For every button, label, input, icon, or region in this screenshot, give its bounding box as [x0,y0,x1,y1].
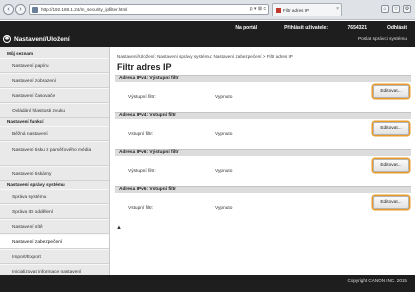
filter-label: Vstupní filtr: [128,132,154,137]
forward-button[interactable]: › [15,4,26,15]
filter-value: Vypnuto [215,169,233,174]
sidebar-item-paper[interactable]: Nastavení papíru [0,58,109,73]
filter-label: Výstupní filtr: [128,95,156,100]
section-heading: Adresa IPv4: Výstupní filtr [115,75,411,82]
filter-label: Výstupní filtr: [128,169,156,174]
sidebar-item-media-print[interactable]: Nastavení tisku z paměťového média [0,141,109,166]
section-ipv4-inbound: Adresa IPv4: Vstupní filtr Vstupní filtr… [115,112,411,149]
logout-link[interactable]: Odhlásit [387,25,407,31]
section-ipv6-outbound: Adresa IPv6: Výstupní filtr Výstupní fil… [115,149,411,186]
breadcrumb: Nastavení/Uložení: Nastavení správy syst… [117,54,293,59]
section-heading: Adresa IPv6: Výstupní filtr [115,149,411,156]
edit-ipv4-inbound-button[interactable]: Editovat... [373,122,409,135]
login-user-id: 7654321 [347,25,367,31]
sidebar-item-common[interactable]: Běžná nastavení [0,126,109,141]
star-icon[interactable]: ☆ [392,5,400,13]
mail-admin-link[interactable]: Poslat správci systému [358,37,407,42]
section-ipv6-inbound: Adresa IPv6: Vstupní filtr Vstupní filtr… [115,186,411,223]
page-icon [32,6,38,13]
main-content: Nastavení/Uložení: Nastavení správy syst… [111,47,415,275]
section-body: Vstupní filtr: Vypnuto Editovat... [115,119,411,149]
tab-label: Filtr adres IP [283,7,310,13]
section-body: Výstupní filtr: Vypnuto Editovat... [115,82,411,112]
sidebar-item-display[interactable]: Nastavení zobrazení [0,73,109,88]
browser-chrome: ‹ › http://192.168.1.24/m_security_ipfil… [0,0,415,20]
sidebar-item-import-export[interactable]: Import/Export [0,249,109,264]
address-tools[interactable]: ρ ▾ ⊠ c [250,6,266,12]
sidebar-item-system-management[interactable]: Správa systému [0,189,109,204]
page-title-header: Nastavení/Uložení [14,36,70,43]
browser-tab[interactable]: Filtr adres IP × [272,3,342,16]
edit-ipv6-outbound-button[interactable]: Editovat... [373,159,409,172]
copyright-text: Copyright CANON INC. 2015 [347,278,408,283]
home-icon[interactable]: ⌂ [381,5,389,13]
section-body: Vstupní filtr: Vypnuto Editovat... [115,193,411,223]
sidebar-item-timer[interactable]: Nastavení časovače [0,88,109,103]
sidebar-item-security[interactable]: Nastavení zabezpečení [0,234,109,249]
sidebar-heading-system: Nastavení správy systému [7,182,65,187]
url-text: http://192.168.1.24/m_security_ipfilter.… [41,7,128,12]
sidebar: Můj seznam Nastavení papíru Nastavení zo… [0,47,110,279]
page-title: Filtr adres IP [117,62,172,72]
sidebar-item-volume[interactable]: Ovládání hlasitosti zvuku [0,103,109,118]
section-heading: Adresa IPv6: Vstupní filtr [115,186,411,193]
app-header: Na portál Přihlásit uživatele: 7654321 O… [0,21,415,47]
section-ipv4-outbound: Adresa IPv4: Výstupní filtr Výstupní fil… [115,75,411,112]
filter-label: Vstupní filtr: [128,206,154,211]
settings-logo-icon: ✱ [3,35,11,43]
sidebar-heading-my-list: Můj seznam [7,51,34,56]
edit-ipv6-inbound-button[interactable]: Editovat... [373,196,409,209]
tab-close-icon[interactable]: × [336,6,339,12]
login-user-label: Přihlásit uživatele: [284,25,328,31]
sidebar-heading-functions: Nastavení funkcí [7,119,44,124]
sidebar-item-printer[interactable]: Nastavení tiskárny [0,166,109,181]
filter-value: Vypnuto [215,95,233,100]
filter-value: Vypnuto [215,132,233,137]
sidebar-item-network[interactable]: Nastavení sítě [0,219,109,234]
section-body: Výstupní filtr: Vypnuto Editovat... [115,156,411,186]
filter-value: Vypnuto [215,206,233,211]
edit-ipv4-outbound-button[interactable]: Editovat... [373,85,409,98]
sidebar-item-department-id[interactable]: Správa ID oddělení [0,204,109,219]
footer: Copyright CANON INC. 2015 [0,275,415,292]
section-heading: Adresa IPv4: Vstupní filtr [115,112,411,119]
scroll-to-top-icon[interactable]: ▲ [116,225,122,231]
address-bar[interactable]: http://192.168.1.24/m_security_ipfilter.… [29,4,269,15]
back-button[interactable]: ‹ [3,4,14,15]
portal-link[interactable]: Na portál [235,25,257,31]
tab-favicon-icon [276,7,281,13]
gear-icon[interactable]: ⚙ [403,5,411,13]
browser-toolbar-icons: ⌂ ☆ ⚙ [381,5,411,13]
